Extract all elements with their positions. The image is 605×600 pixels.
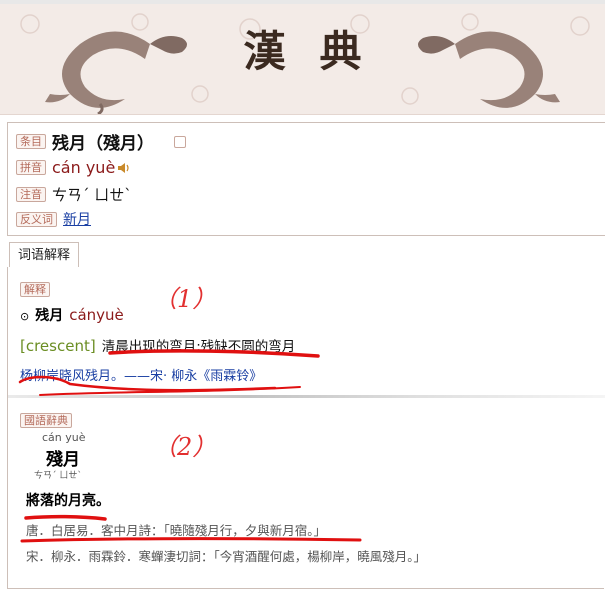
guoyu-pinyin: cán yuè <box>42 431 86 444</box>
tab-bar: 词语解释 <box>7 241 605 269</box>
small-square-icon[interactable] <box>174 135 186 148</box>
quote-1: 唐．白居易．客中月詩：「曉隨殘月行，夕與新月宿。」 <box>26 523 327 538</box>
panel-bottom-border <box>7 588 604 589</box>
english-line: [crescent] 清晨出现的弯月;残缺不圆的弯月 <box>20 335 295 355</box>
antonym-row: 反义词 新月 <box>16 209 91 229</box>
tab-word-explanation[interactable]: 词语解释 <box>9 242 80 269</box>
headword: 残月（殘月） <box>52 134 154 154</box>
sense-word: 残月 <box>35 308 64 324</box>
antonym-link[interactable]: 新月 <box>63 209 91 229</box>
pinyin-row: 拼音 cán yuè <box>16 158 131 177</box>
english-gloss: [crescent] <box>20 337 96 355</box>
sense-line: ⊙ 残月 cányuè <box>20 305 124 325</box>
zhuyin-row: 注音 ㄘㄢˊ ㄩㄝˋ <box>16 184 132 205</box>
section-divider <box>8 395 605 398</box>
guoyu-word: 殘月 <box>46 450 80 470</box>
speaker-icon[interactable] <box>117 161 131 175</box>
bullet-icon: ⊙ <box>20 310 30 323</box>
entry-box: 条目 残月（殘月） 拼音 cán yuè 注音 ㄘㄢˊ ㄩㄝˋ 反义词 新月 <box>7 122 605 236</box>
explanation-panel: 解释 （1） ⊙ 残月 cányuè [crescent] 清晨出现的弯月;残缺… <box>7 267 605 588</box>
guoyu-tag: 國語辭典 <box>20 413 72 428</box>
annotation-2: （2） <box>153 433 217 461</box>
entry-tag: 条目 <box>16 134 46 149</box>
site-header: 漢典 <box>0 4 605 115</box>
guoyu-definition: 將落的月亮。 <box>26 493 110 509</box>
quote-2: 宋．柳永．雨霖鈴．寒蟬淒切詞：「今宵酒醒何處，楊柳岸，曉風殘月。」 <box>26 549 427 564</box>
pinyin-text: cán yuè <box>52 158 116 177</box>
zhuyin-text: ㄘㄢˊ ㄩㄝˋ <box>52 186 132 204</box>
site-title: 漢典 <box>243 27 396 76</box>
guoyu-zhuyin: ㄘㄢˊ ㄩㄝˋ <box>34 471 82 481</box>
antonym-tag: 反义词 <box>16 211 57 227</box>
definition-text: 清晨出现的弯月;残缺不圆的弯月 <box>101 339 296 355</box>
entry-row: 条目 残月（殘月） <box>16 129 186 154</box>
annotation-1: （1） <box>153 285 217 313</box>
pinyin-tag: 拼音 <box>16 160 46 175</box>
example-text: 杨柳岸晓风残月。——宋· 柳永《雨霖铃》 <box>20 369 263 384</box>
zhuyin-tag: 注音 <box>16 187 46 202</box>
explanation-tag: 解释 <box>20 282 50 297</box>
sense-pinyin: cányuè <box>69 306 124 324</box>
